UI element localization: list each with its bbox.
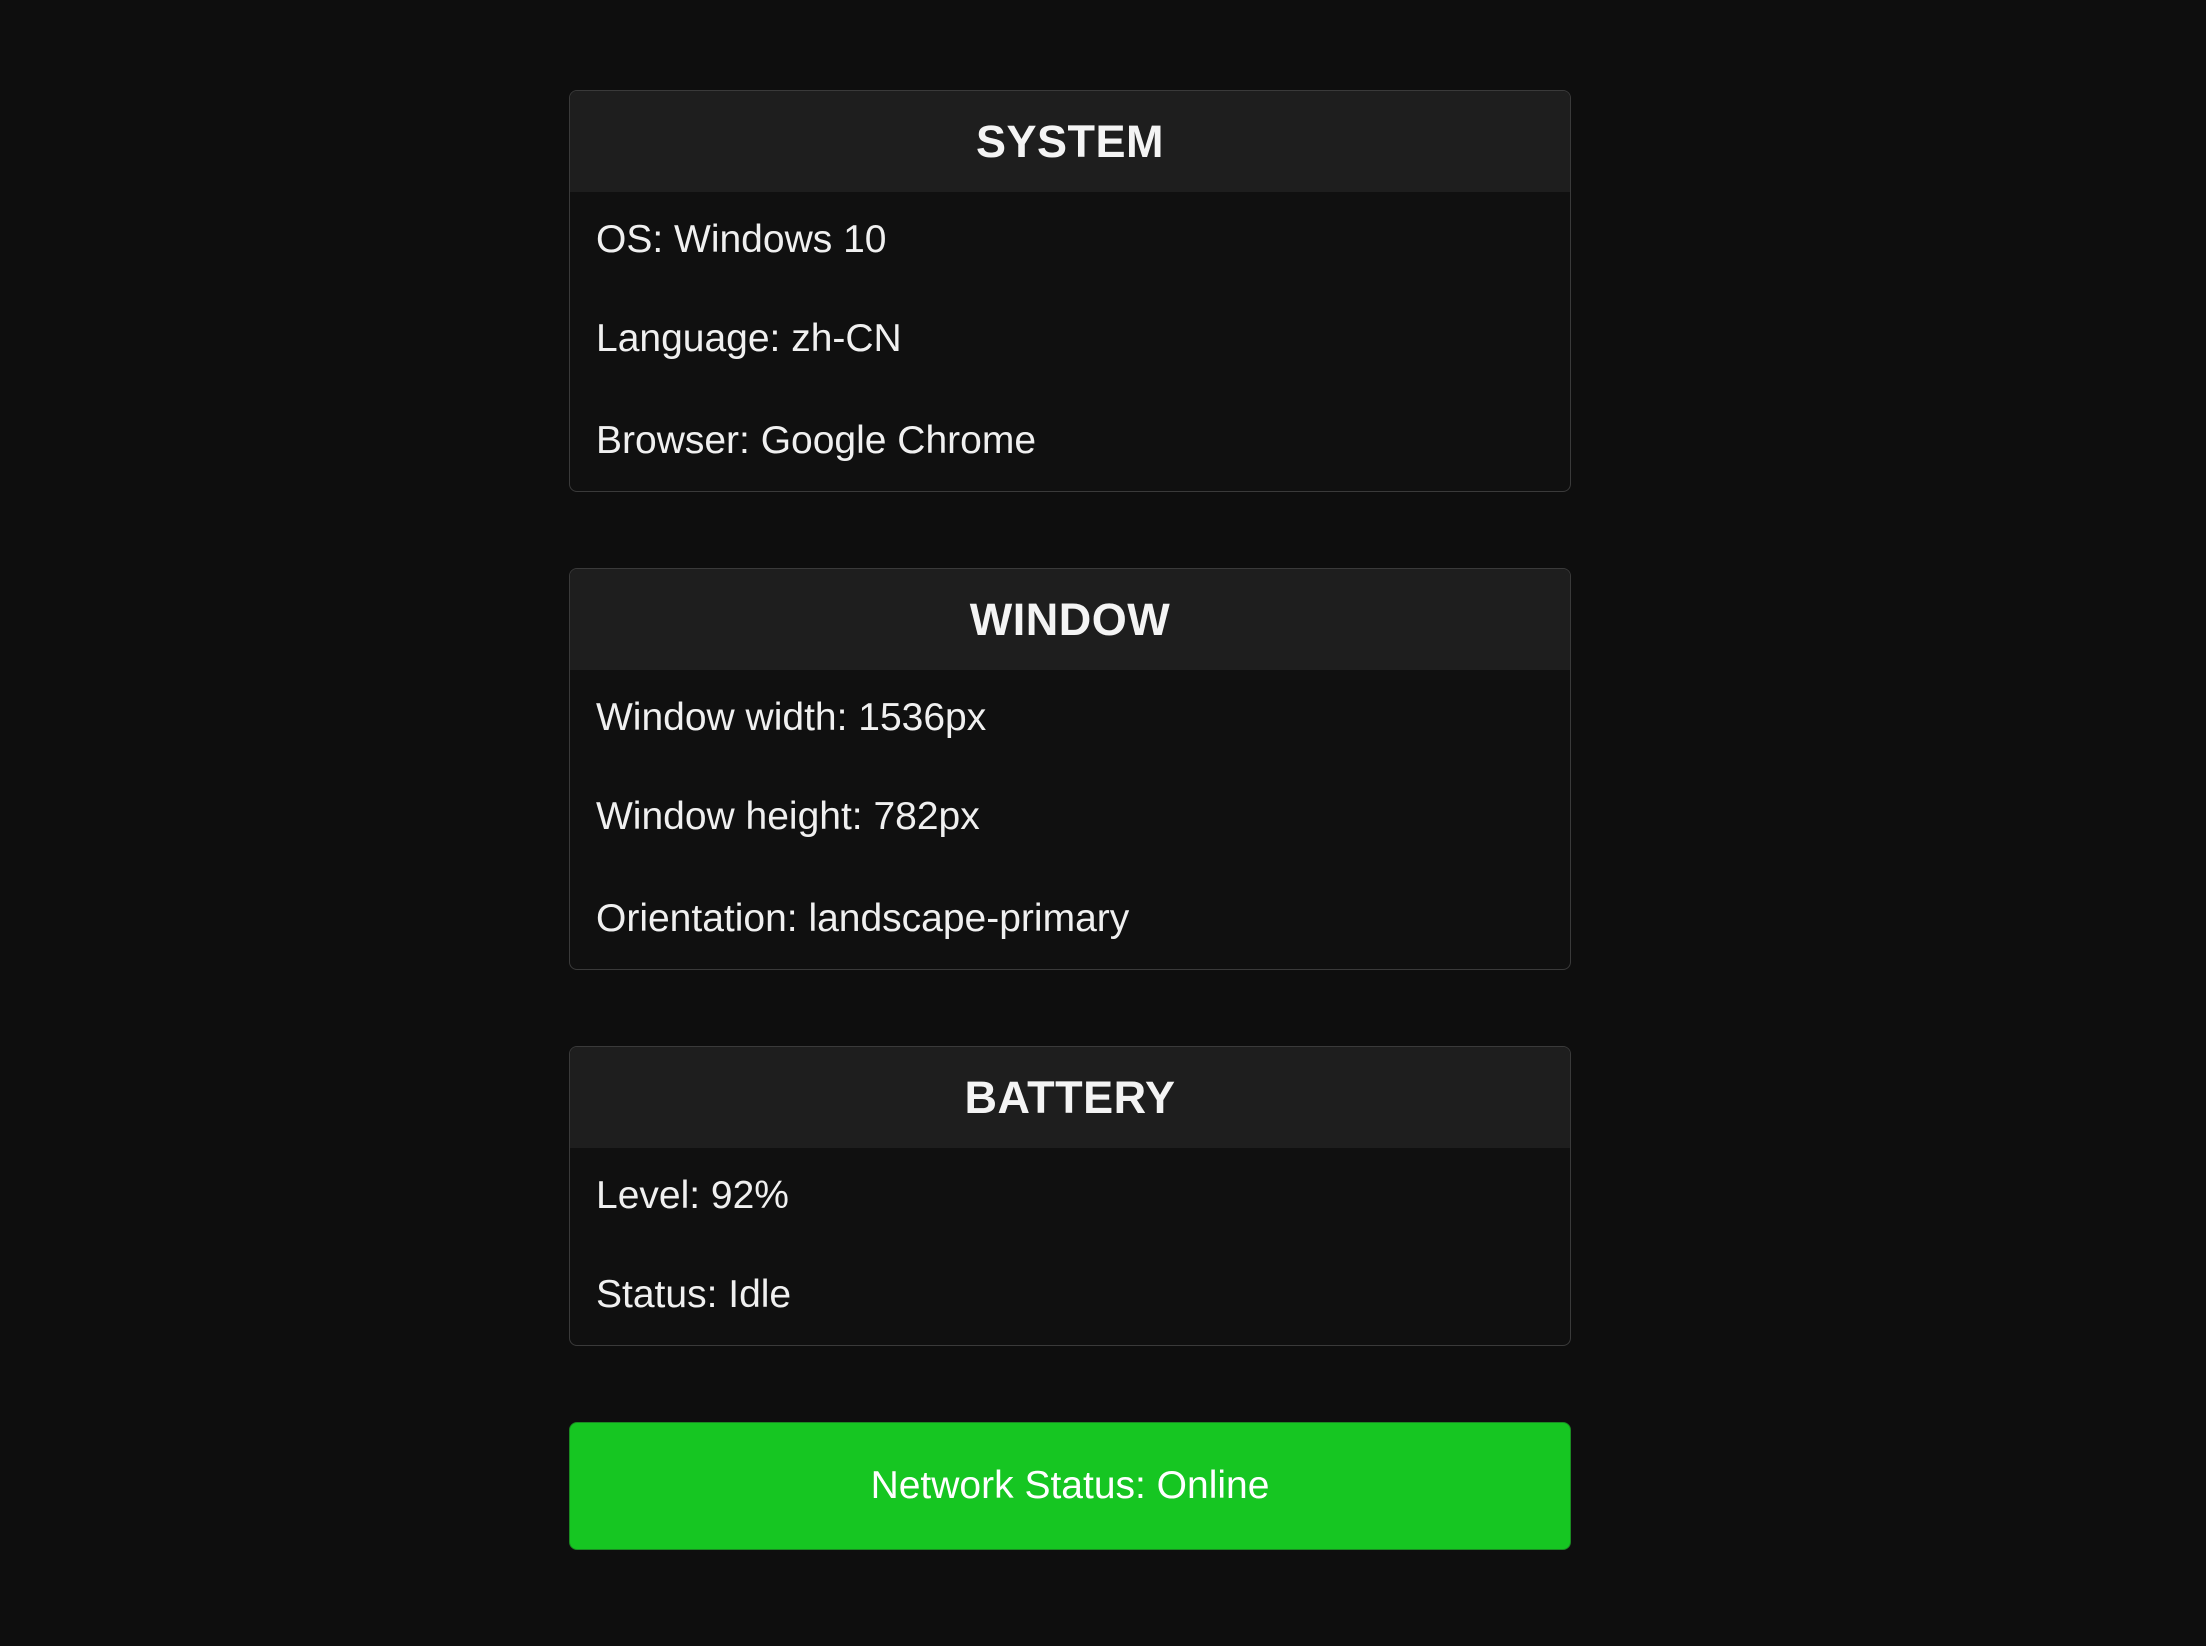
battery-level: Level: 92% (596, 1174, 789, 1217)
window-card-body: Window width: 1536px Window height: 782p… (570, 670, 1570, 969)
system-os: OS: Windows 10 (596, 218, 887, 261)
system-card-body: OS: Windows 10 Language: zh-CN Browser: … (570, 192, 1570, 491)
battery-card-body: Level: 92% Status: Idle (570, 1148, 1570, 1345)
network-status-button[interactable]: Network Status: Online (569, 1422, 1571, 1550)
battery-status: Status: Idle (596, 1272, 792, 1316)
system-browser: Browser: Google Chrome (596, 418, 1037, 462)
window-card: WINDOW Window width: 1536px Window heigh… (569, 568, 1571, 970)
battery-card: BATTERY Level: 92% Status: Idle (569, 1046, 1571, 1346)
window-width: Window width: 1536px (596, 696, 987, 739)
info-panel: SYSTEM OS: Windows 10 Language: zh-CN Br… (569, 90, 1571, 1550)
window-height: Window height: 782px (596, 795, 980, 838)
window-card-title: WINDOW (570, 569, 1570, 670)
system-card: SYSTEM OS: Windows 10 Language: zh-CN Br… (569, 90, 1571, 492)
battery-card-title: BATTERY (570, 1047, 1570, 1148)
system-language: Language: zh-CN (596, 317, 902, 360)
window-orientation: Orientation: landscape-primary (596, 896, 1130, 940)
system-card-title: SYSTEM (570, 91, 1570, 192)
